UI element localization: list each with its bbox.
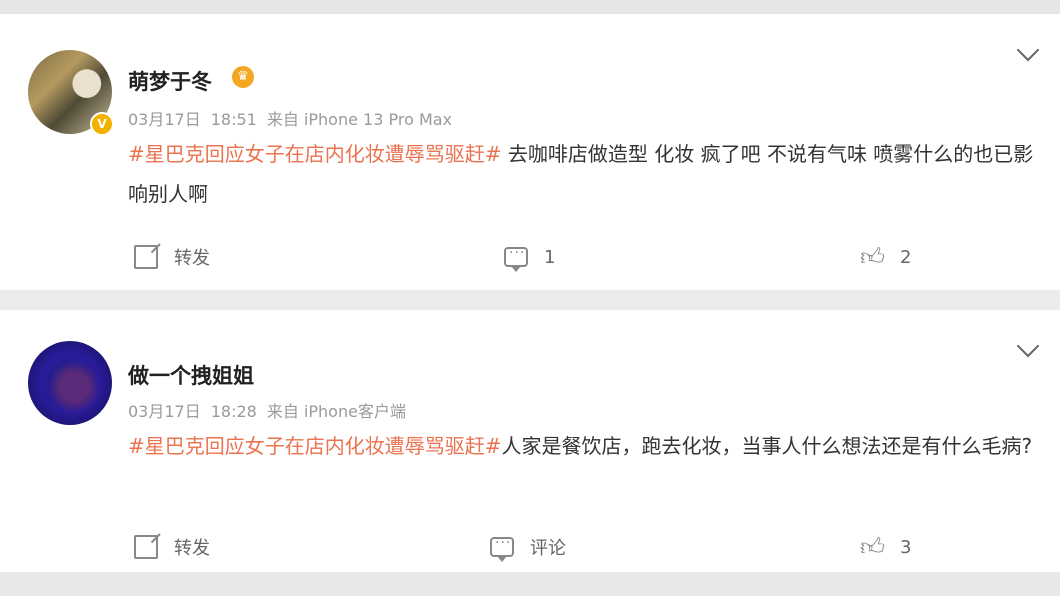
like-button[interactable]: 👍︎ 2 (860, 242, 911, 272)
post-date: 03月17日 (128, 110, 201, 129)
action-bar: 转发 1 👍︎ 2 (0, 242, 1060, 272)
comment-button[interactable]: 1 (504, 242, 555, 272)
comment-icon (504, 245, 528, 272)
verified-badge-icon: V (90, 112, 114, 136)
post-date: 03月17日 (128, 402, 201, 421)
topic-link[interactable]: #星巴克回应女子在店内化妆遭辱骂驱赶# (128, 434, 502, 458)
topic-link[interactable]: #星巴克回应女子在店内化妆遭辱骂驱赶# (128, 142, 502, 166)
comment-button[interactable]: 评论 (490, 532, 566, 562)
thumbs-up-icon: 👍︎ (860, 243, 886, 271)
crown-badge-icon: ♛ (232, 66, 254, 88)
action-bar: 转发 评论 👍︎ 3 (0, 532, 1060, 562)
top-divider (0, 0, 1060, 14)
comment-count: 1 (544, 246, 556, 268)
username[interactable]: 做一个拽姐姐 (128, 360, 254, 390)
username[interactable]: 萌梦于冬 (128, 66, 212, 96)
thumbs-up-icon: 👍︎ (860, 533, 886, 561)
post-text: #星巴克回应女子在店内化妆遭辱骂驱赶#人家是餐饮店，跑去化妆，当事人什么想法还是… (128, 426, 1048, 466)
post-content: 人家是餐饮店，跑去化妆，当事人什么想法还是有什么毛病? (501, 434, 1033, 458)
comment-card: 做一个拽姐姐 03月17日 18:28 来自 iPhone客户端 #星巴克回应女子在… (0, 310, 1060, 572)
post-time: 18:51 (210, 110, 257, 129)
comment-label: 评论 (530, 538, 566, 559)
post-time: 18:28 (210, 402, 257, 421)
share-icon (134, 535, 158, 559)
share-icon (134, 245, 158, 269)
post-source: 来自 iPhone客户端 (266, 402, 406, 421)
repost-label: 转发 (174, 248, 210, 269)
chevron-down-icon[interactable] (1016, 38, 1040, 62)
repost-button[interactable]: 转发 (134, 242, 210, 272)
post-meta: 03月17日 18:51 来自 iPhone 13 Pro Max (128, 106, 462, 130)
bottom-divider (0, 572, 1060, 596)
like-count: 3 (900, 536, 912, 558)
like-count: 2 (900, 246, 912, 268)
post-meta: 03月17日 18:28 来自 iPhone客户端 (128, 398, 416, 422)
comment-icon (490, 535, 514, 562)
like-button[interactable]: 👍︎ 3 (860, 532, 911, 562)
repost-label: 转发 (174, 538, 210, 559)
post-text: #星巴克回应女子在店内化妆遭辱骂驱赶# 去咖啡店做造型 化妆 疯了吧 不说有气味… (128, 134, 1048, 214)
chevron-down-icon[interactable] (1016, 334, 1040, 358)
post-source: 来自 iPhone 13 Pro Max (266, 110, 453, 129)
comment-card: V 萌梦于冬 ♛ 03月17日 18:51 来自 iPhone 13 Pro Max… (0, 14, 1060, 290)
repost-button[interactable]: 转发 (134, 532, 210, 562)
avatar[interactable] (28, 341, 112, 425)
